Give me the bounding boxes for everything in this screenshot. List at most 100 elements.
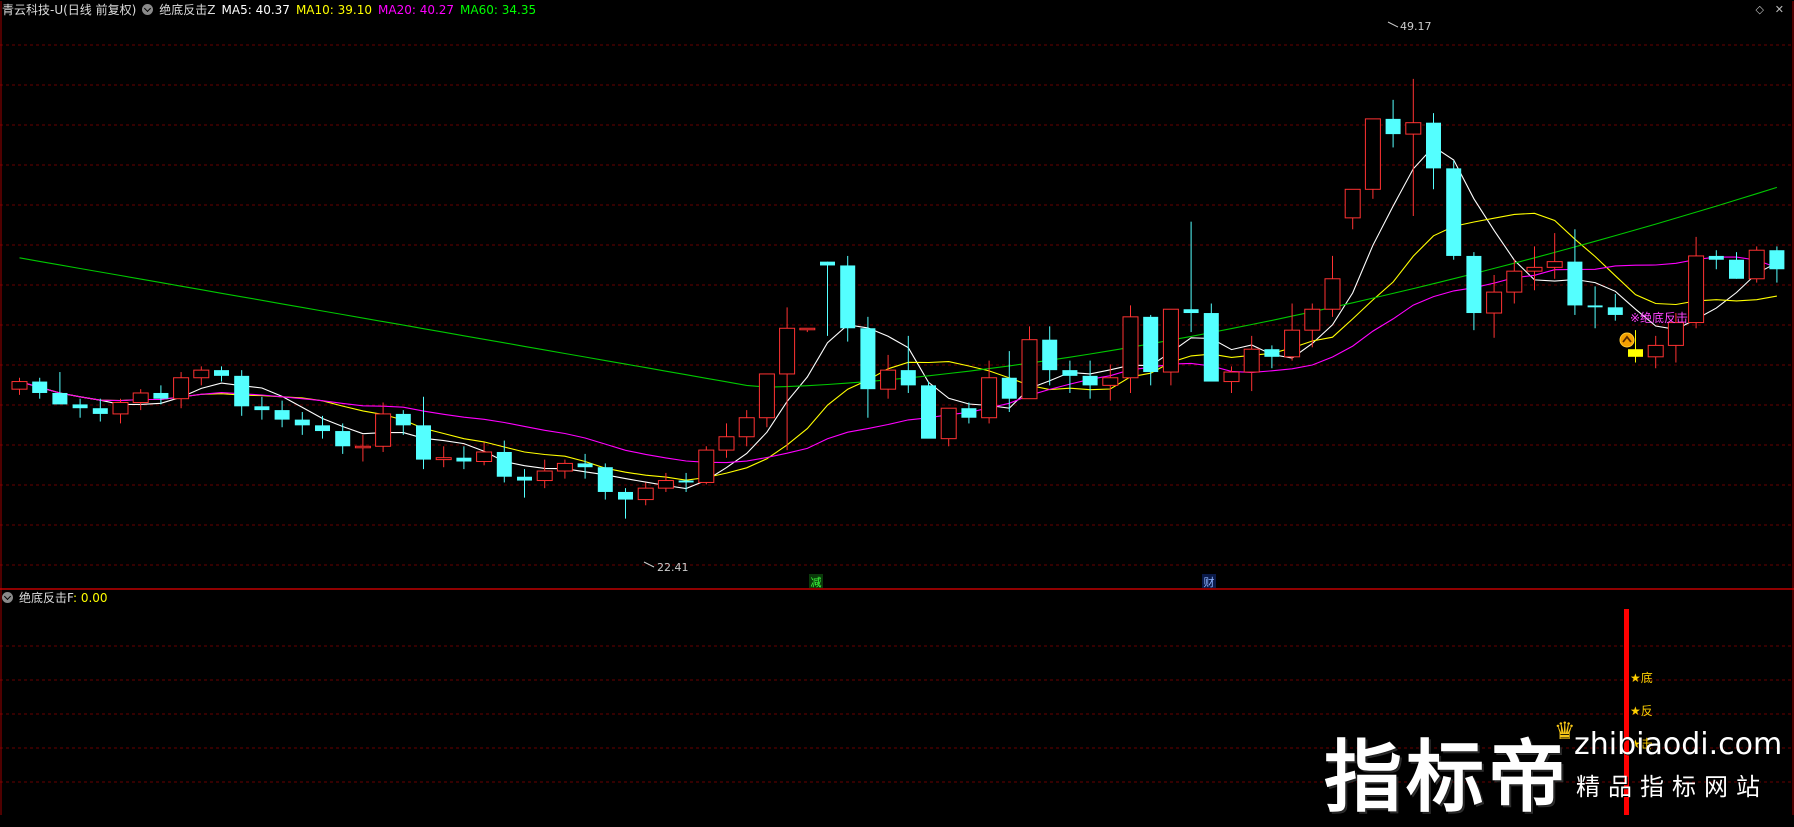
candle: [940, 407, 957, 447]
chart-frame: 49.17 22.41 ※绝底反击 减 财 ★底 ★反 ★击: [0, 1, 1794, 815]
ma5-value: MA5: 40.37: [221, 3, 290, 17]
candle-body: [657, 480, 674, 489]
diamond-icon[interactable]: ◇: [1756, 3, 1764, 16]
watermark-brand: 指标帝: [1324, 733, 1571, 823]
watermark-url: zhibiaodi.com: [1574, 727, 1783, 762]
event-mark-finance[interactable]: 财: [1202, 574, 1216, 589]
candle: [577, 453, 593, 479]
candle-body: [456, 457, 472, 462]
candle: [1183, 221, 1199, 333]
top-panel-header: 青云科技-U(日线 前复权) 绝底反击Z MA5: 40.37 MA10: 39.10…: [2, 1, 542, 19]
candle-body: [32, 381, 48, 393]
candle-body: [1162, 308, 1179, 373]
candle-body: [274, 410, 290, 420]
candle-body: [618, 491, 633, 500]
candle-body: [1385, 118, 1401, 135]
candle: [738, 410, 755, 447]
candle: [234, 370, 250, 416]
low-label: 22.41: [657, 561, 689, 574]
candle-body: [1042, 339, 1058, 371]
high-label: 49.17: [1400, 20, 1432, 33]
candle-body: [1021, 339, 1038, 400]
stock-title[interactable]: 青云科技-U(日线 前复权): [2, 3, 136, 17]
candle-body: [820, 261, 835, 266]
candle: [597, 463, 613, 500]
candle-body: [214, 370, 229, 376]
candle: [1567, 229, 1583, 315]
candle-body: [1344, 188, 1361, 219]
collapse-icon[interactable]: [142, 4, 154, 15]
candle-body: [1748, 249, 1765, 280]
candle-body: [92, 408, 108, 414]
low-marker: 22.41: [643, 561, 689, 574]
candle-body: [375, 413, 392, 447]
candle: [1243, 335, 1260, 392]
candle-body: [880, 369, 897, 390]
candle: [1587, 286, 1603, 329]
candle: [1162, 308, 1179, 386]
candle-body: [395, 413, 411, 426]
candle: [921, 381, 936, 439]
watermark-subtitle: 精品指标网站: [1576, 773, 1768, 801]
collapse-icon[interactable]: [2, 592, 13, 603]
watermark: 指标帝 ♛ zhibiaodi.com 精品指标网站: [1324, 707, 1784, 823]
candle: [395, 410, 411, 435]
candle: [435, 446, 452, 468]
gridlines: [0, 44, 1794, 783]
candle-body: [1405, 122, 1422, 135]
candle-body: [940, 407, 957, 440]
candle-body: [1769, 250, 1785, 270]
candle-body: [961, 408, 977, 418]
candle-body: [718, 436, 735, 451]
candle-body: [1587, 305, 1603, 308]
candle-body: [1466, 255, 1482, 314]
candle-body: [476, 451, 493, 463]
ma-lines: [19, 145, 1778, 490]
candle-body: [1607, 307, 1623, 315]
event-mark-label: 减: [811, 576, 822, 589]
candle: [1688, 236, 1705, 329]
candle-body: [294, 419, 310, 426]
candle: [92, 398, 108, 422]
candle: [1082, 360, 1098, 399]
candlesticks[interactable]: [11, 78, 1785, 519]
candle-body: [72, 404, 88, 409]
indicator-name[interactable]: 绝底反击F: [19, 591, 73, 605]
candle-body: [779, 327, 796, 375]
candle: [657, 472, 674, 492]
candle-body: [254, 406, 270, 411]
candle-body: [1143, 316, 1159, 373]
candle-body: [1526, 266, 1543, 272]
candle: [1708, 250, 1724, 270]
candle-body: [416, 425, 431, 460]
candle-body: [1426, 122, 1441, 169]
candle: [1546, 233, 1563, 279]
candle: [1284, 303, 1301, 361]
candle-body: [112, 401, 129, 415]
candle-body: [556, 462, 573, 472]
candle-body: [153, 392, 169, 399]
candle: [1748, 246, 1765, 283]
candle-body: [1264, 349, 1280, 357]
candle-body: [840, 265, 856, 329]
candle: [274, 400, 290, 428]
signal-arrow-icon[interactable]: [1619, 332, 1635, 348]
candle-body: [1364, 118, 1381, 190]
candle: [799, 327, 816, 333]
ma5-line: [19, 145, 1778, 490]
indicator-name[interactable]: 绝底反击Z: [159, 3, 215, 17]
event-mark-reduce[interactable]: 减: [809, 574, 823, 589]
candle: [718, 423, 735, 458]
candle-body: [1284, 329, 1301, 358]
candle: [1021, 326, 1038, 400]
close-icon[interactable]: ✕: [1775, 3, 1784, 16]
candle-body: [1102, 377, 1119, 386]
candle-body: [1203, 313, 1219, 382]
candle: [1385, 99, 1401, 148]
candle: [1143, 314, 1159, 386]
candle: [11, 377, 28, 395]
candle-body: [1506, 270, 1523, 293]
ma10-line: [19, 212, 1777, 481]
candle: [1526, 246, 1543, 291]
candle: [193, 366, 210, 386]
